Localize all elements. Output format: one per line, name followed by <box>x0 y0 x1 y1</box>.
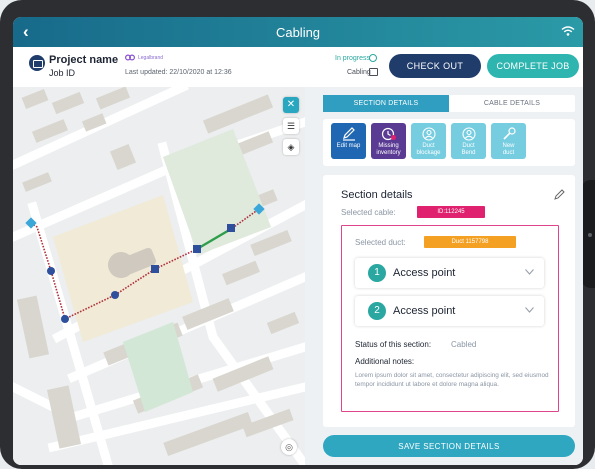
tool-label-line2: blockage <box>416 149 441 156</box>
chevron-down-icon <box>525 307 534 313</box>
save-section-details-button[interactable]: SAVE SECTION DETAILS <box>323 435 575 457</box>
cable-icon <box>369 68 378 76</box>
notes-text[interactable]: Lorem ipsum dolor sit amet, consectetur … <box>355 371 550 389</box>
duct-blockage-button[interactable]: Duct blockage <box>411 123 446 159</box>
job-category: Cabling <box>347 69 371 76</box>
selected-duct-label: Selected duct: <box>355 238 406 247</box>
app-screen: ‹ Cabling Project name Job ID Legalbrand… <box>13 17 583 465</box>
tool-label-line2: duct <box>502 149 515 156</box>
section-panel: SECTION DETAILS CABLE DETAILS Edit map M… <box>305 87 583 465</box>
pencil-icon[interactable] <box>554 189 565 200</box>
device-handle-dot <box>588 233 592 237</box>
access-point-number: 1 <box>368 264 386 282</box>
map-canvas[interactable] <box>13 87 305 465</box>
project-header: Project name Job ID Legalbrand Last upda… <box>13 47 583 88</box>
new-duct-button[interactable]: New duct <box>491 123 526 159</box>
layers-icon[interactable]: ◈ <box>283 139 299 155</box>
wifi-icon <box>561 26 575 36</box>
chevron-down-icon <box>525 269 534 275</box>
complete-job-button[interactable]: COMPLETE JOB <box>487 54 579 78</box>
details-tabs: SECTION DETAILS CABLE DETAILS <box>323 95 575 112</box>
action-toolbar: Edit map Missing inventory Duct blockage… <box>323 119 575 166</box>
access-point-2-dropdown[interactable]: 2 Access point <box>355 296 544 326</box>
access-point-label: Access point <box>393 305 456 317</box>
company-name: Legalbrand <box>138 55 164 61</box>
duct-details-box: Selected duct: Duct 1157798 1 Access poi… <box>341 225 559 412</box>
tab-cable-details[interactable]: CABLE DETAILS <box>449 95 575 112</box>
locate-icon[interactable]: ◎ <box>281 439 297 455</box>
progress-ring-icon <box>369 54 377 62</box>
close-icon[interactable]: ✕ <box>283 97 299 113</box>
duct-person-icon <box>421 127 436 141</box>
access-point-number: 2 <box>368 302 386 320</box>
tool-label: Edit map <box>336 143 361 149</box>
access-point-1-dropdown[interactable]: 1 Access point <box>355 258 544 288</box>
edit-map-button[interactable]: Edit map <box>331 123 366 159</box>
duct-id-badge: Duct 1157798 <box>424 236 516 248</box>
missing-inventory-button[interactable]: Missing inventory <box>371 123 406 159</box>
selected-cable-label: Selected cable: <box>341 208 396 217</box>
company-logo-icon <box>125 54 135 61</box>
wrench-icon <box>502 127 516 140</box>
job-status: In progress <box>335 55 371 62</box>
list-icon[interactable]: ☰ <box>283 118 299 134</box>
last-updated: Last updated: 22/10/2020 at 12:36 <box>125 69 232 76</box>
tool-label-line2: inventory <box>376 149 401 156</box>
cable-id-badge: ID:112245 <box>417 206 485 218</box>
project-icon <box>29 55 45 71</box>
duct-bend-button[interactable]: Duct Bend <box>451 123 486 159</box>
app-top-bar: ‹ Cabling <box>13 17 583 47</box>
section-details-card: Section details Selected cable: ID:11224… <box>323 175 575 427</box>
section-status-value: Cabled <box>451 340 477 349</box>
map-view[interactable]: ✕ ☰ ◈ ◎ <box>13 87 305 465</box>
project-name: Project name <box>49 54 119 66</box>
pencil-icon <box>342 127 355 141</box>
notes-label: Additional notes: <box>355 357 415 366</box>
duct-person-icon <box>461 127 476 141</box>
check-out-button[interactable]: CHECK OUT <box>389 54 481 78</box>
access-point-label: Access point <box>393 267 456 279</box>
tab-section-details[interactable]: SECTION DETAILS <box>323 95 449 112</box>
tool-label-line2: Bend <box>461 149 476 156</box>
page-title: Cabling <box>275 25 321 40</box>
section-status-label: Status of this section: <box>355 340 432 349</box>
job-id: Job ID <box>49 68 76 78</box>
inventory-clock-icon <box>381 127 396 141</box>
section-details-title: Section details <box>341 189 413 201</box>
tablet-frame: ‹ Cabling Project name Job ID Legalbrand… <box>0 0 595 469</box>
